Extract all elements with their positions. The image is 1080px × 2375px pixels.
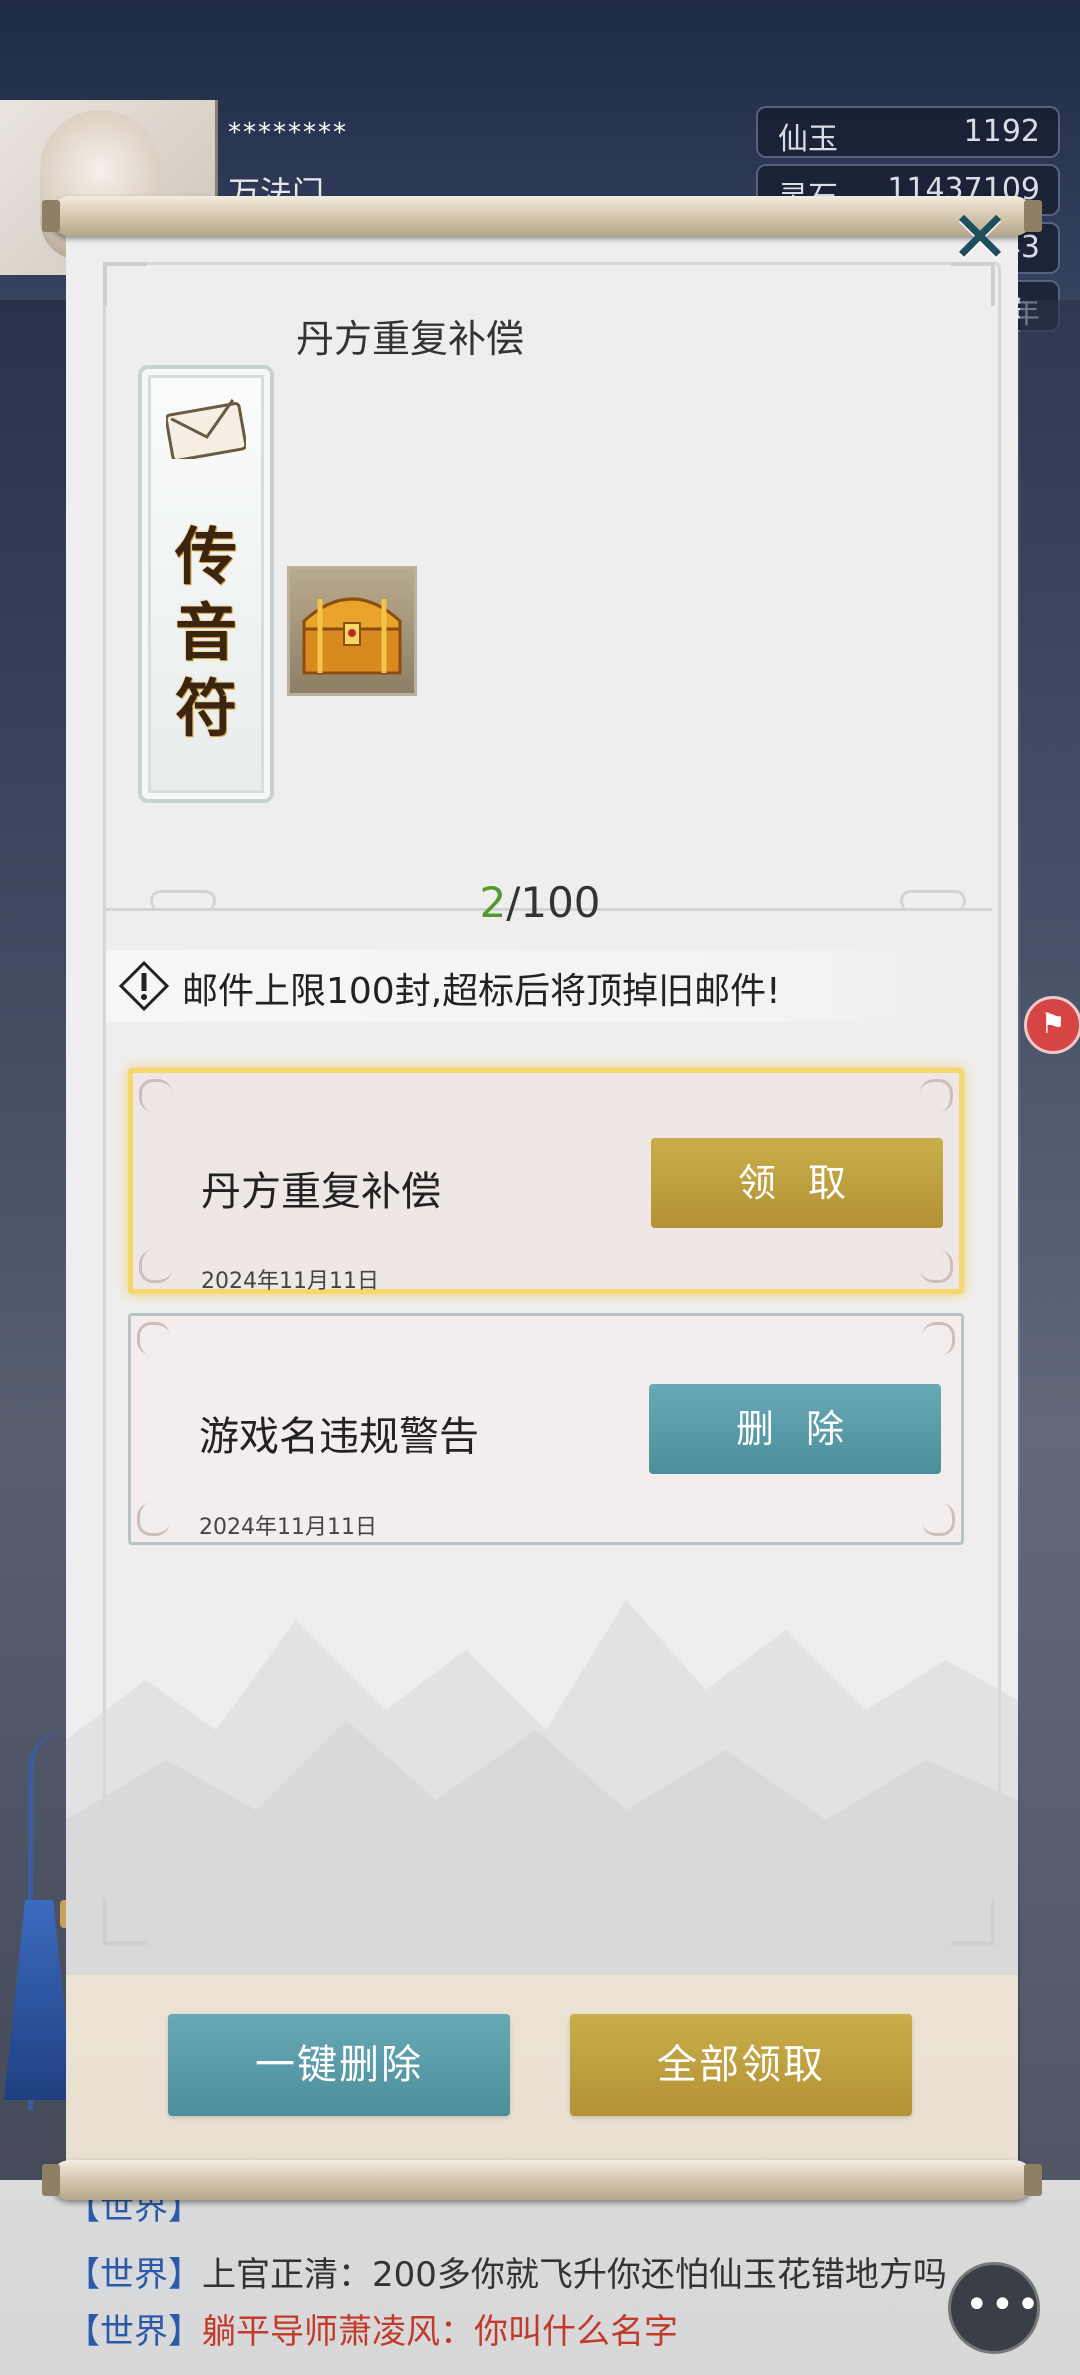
mail-item-title: 游戏名违规警告	[199, 1414, 479, 1460]
mail-limit-notice: 邮件上限100封,超标后将顶掉旧邮件!	[182, 971, 781, 1012]
mail-count-current: 2	[479, 878, 507, 927]
chat-sender[interactable]: 躺平导师萧凌风：	[202, 2312, 474, 2352]
item-corner	[922, 1503, 955, 1536]
talisman-char: 音	[174, 596, 237, 669]
claim-button[interactable]: 领 取	[651, 1138, 943, 1228]
chat-sender[interactable]: 上官正清：	[202, 2255, 372, 2295]
frame-corner	[103, 262, 147, 306]
frame-corner	[951, 1901, 995, 1945]
item-corner	[137, 1503, 170, 1536]
delete-all-button[interactable]: 一键删除	[168, 2014, 510, 2116]
right-side-menu	[1020, 300, 1080, 2200]
resource-value: 1192	[963, 114, 1040, 149]
talisman-char: 符	[174, 672, 237, 745]
close-icon[interactable]: ✕	[944, 201, 1016, 276]
mail-item-date: 2024年11月11日	[199, 1515, 377, 1540]
chest-graphic	[302, 597, 402, 675]
chat-line: 【世界】上官正清：200多你就飞升你还怕仙玉花错地方吗	[66, 2247, 947, 2296]
item-corner	[922, 1322, 955, 1355]
claim-all-button[interactable]: 全部领取	[570, 2014, 912, 2116]
chat-message: 200多你就飞升你还怕仙玉花错地方吗	[372, 2255, 947, 2295]
mail-item-date: 2024年11月11日	[201, 1269, 379, 1294]
talisman-char: 传	[174, 520, 237, 593]
mail-count: 2/100	[0, 878, 1080, 927]
item-corner	[920, 1079, 953, 1112]
frame-corner	[103, 1901, 147, 1945]
delete-button[interactable]: 删 除	[649, 1384, 941, 1474]
mail-item[interactable]: 游戏名违规警告 2024年11月11日 删 除	[128, 1313, 964, 1545]
talisman-text: 传 音 符	[160, 519, 252, 747]
treasure-chest-icon[interactable]	[287, 566, 417, 696]
mail-item-selected[interactable]: 丹方重复补偿 2024年11月11日 领 取	[128, 1068, 964, 1294]
scroll-bottom-rod	[42, 2160, 1042, 2200]
mail-count-total: /100	[506, 878, 601, 927]
resource-xianyu: 仙玉 1192	[756, 106, 1060, 158]
ellipsis-icon: •••	[965, 2282, 1042, 2328]
flag-icon[interactable]: ⚑	[1024, 996, 1080, 1054]
voice-talisman-icon: 传 音 符	[138, 365, 274, 803]
selected-mail-title: 丹方重复补偿	[296, 317, 525, 361]
player-name: ********	[228, 118, 348, 148]
chat-channel: 【世界】	[66, 2312, 202, 2352]
chat-message: 你叫什么名字	[474, 2312, 678, 2352]
resource-label: 仙玉	[778, 122, 838, 157]
item-corner	[139, 1079, 172, 1112]
item-corner	[139, 1250, 172, 1283]
chat-line: 【世界】躺平导师萧凌风：你叫什么名字	[66, 2304, 678, 2353]
item-corner	[137, 1322, 170, 1355]
warning-icon	[118, 960, 170, 1012]
chat-channel: 【世界】	[66, 2255, 202, 2295]
mail-item-title: 丹方重复补偿	[201, 1169, 441, 1215]
envelope-icon	[166, 399, 246, 459]
item-corner	[920, 1250, 953, 1283]
chat-bubble-icon[interactable]: •••	[948, 2262, 1040, 2354]
scroll-top-rod	[42, 196, 1042, 236]
